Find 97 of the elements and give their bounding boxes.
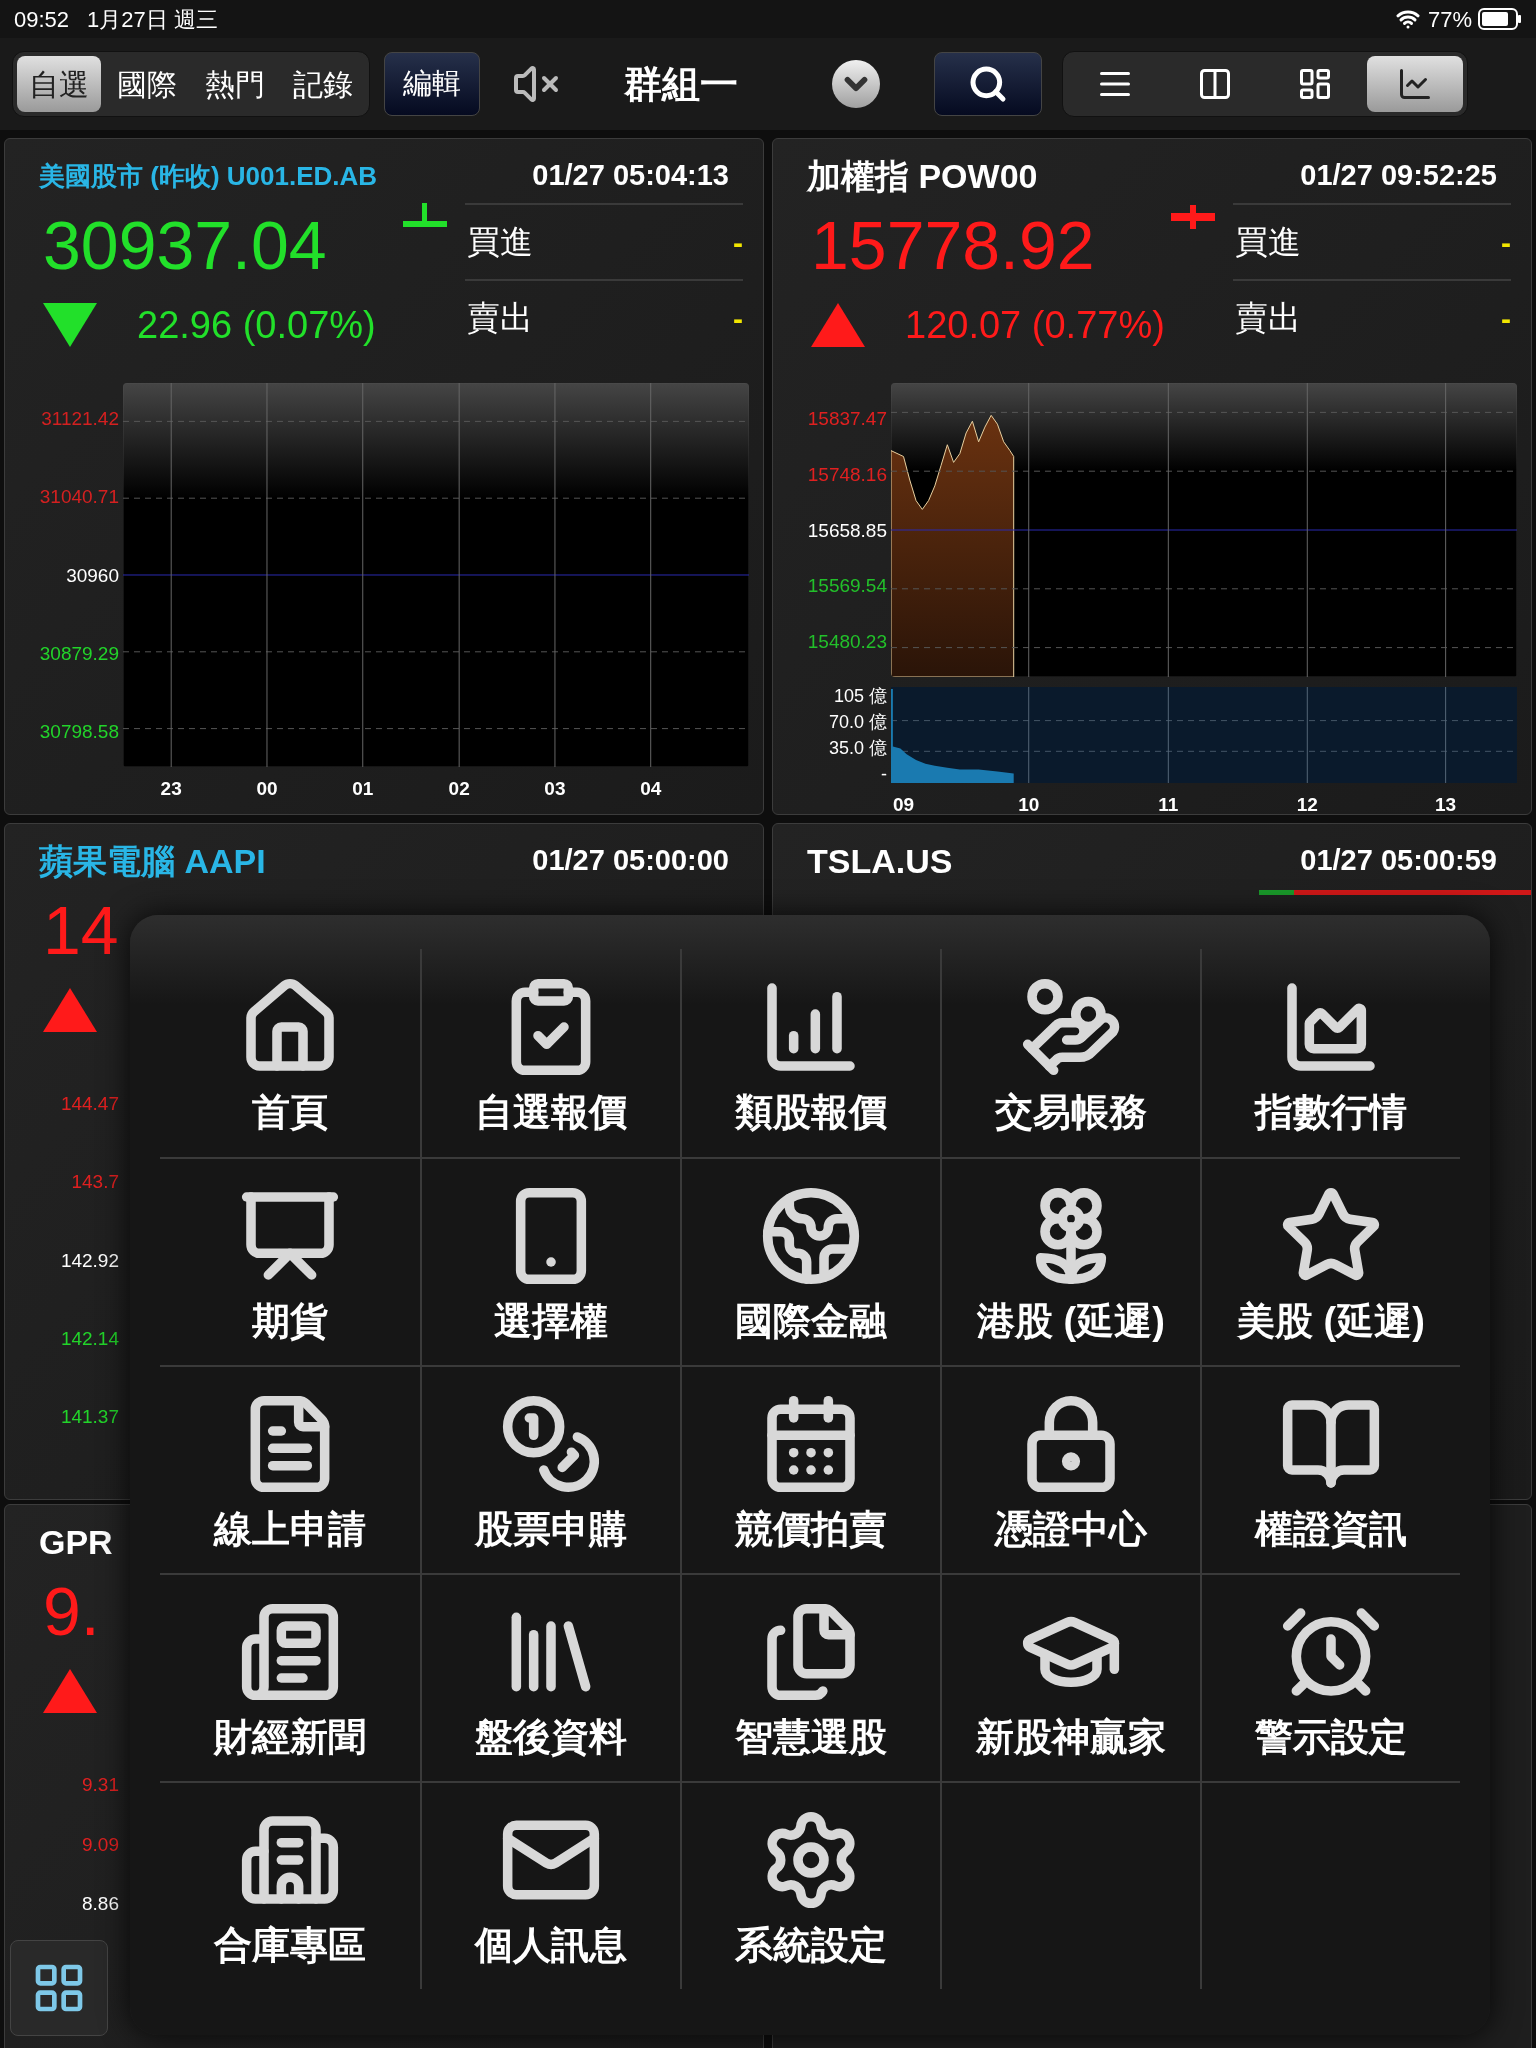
dropdown-button[interactable]	[832, 60, 880, 108]
quote-value: -	[1501, 300, 1511, 337]
axis-label: 15480.23	[807, 632, 887, 651]
battery-icon	[1478, 8, 1522, 30]
menu-item[interactable]: 指數行情	[1206, 975, 1456, 1131]
axis-label: 15837.47	[807, 409, 887, 428]
tab[interactable]: 熱門	[193, 56, 277, 112]
axis-label: 01	[352, 777, 374, 801]
menu-item[interactable]: 競價拍賣	[686, 1392, 936, 1548]
axis-label: 10	[1018, 793, 1040, 814]
axis-label: 141.37	[60, 1407, 119, 1426]
volume-axis-label: 105 億	[833, 687, 887, 705]
axis-label: 31121.42	[41, 409, 119, 428]
menu-item[interactable]: 類股報價	[686, 975, 936, 1131]
layout-icon	[1297, 66, 1333, 102]
menu-item[interactable]: 國際金融	[686, 1184, 936, 1340]
menu-item[interactable]: 憑證中心	[946, 1392, 1196, 1548]
axis-label: 12	[1296, 793, 1318, 814]
edit-button[interactable]: 編輯	[384, 52, 480, 116]
axis-label: 9.31	[82, 1775, 119, 1794]
quote-value: -	[733, 300, 743, 337]
axis-label: 09	[892, 793, 915, 814]
menu-item[interactable]: 期貨	[165, 1184, 415, 1340]
volume-axis-label: 70.0 億	[828, 713, 887, 731]
menu-item[interactable]: 線上申請	[165, 1392, 415, 1548]
menu-item[interactable]: 系統設定	[686, 1808, 936, 1964]
axis-label: 30798.58	[39, 722, 119, 741]
quote-value: -	[1501, 224, 1511, 261]
search-button[interactable]	[934, 52, 1042, 116]
axis-label: 30879.29	[39, 643, 119, 663]
quote-label: 賣出	[1235, 298, 1301, 339]
menu-item[interactable]: 選擇權	[426, 1184, 676, 1340]
timestamp: 01/27 09:52:25	[1300, 158, 1497, 194]
change-value: 22.96 (0.07%)	[137, 302, 376, 348]
quote-label: 買進	[467, 222, 533, 263]
card-title[interactable]: GPR	[39, 1516, 113, 1568]
axis-label: 144.47	[60, 1094, 119, 1113]
tab[interactable]: 自選	[17, 56, 101, 112]
axis-label: 13	[1435, 793, 1457, 814]
axis-label: 04	[640, 777, 662, 801]
menu-item[interactable]: 交易帳務	[946, 975, 1196, 1131]
quote-label: 買進	[1235, 222, 1301, 263]
card-title[interactable]: 美國股市 (昨收) U001.ED.AB	[39, 156, 378, 196]
axis-label: 9.09	[82, 1834, 119, 1854]
menu-item[interactable]: 盤後資料	[426, 1600, 676, 1756]
menu-item[interactable]: 美股 (延遲)	[1206, 1184, 1456, 1340]
axis-label: 02	[448, 777, 470, 801]
axis-label: 31040.71	[39, 487, 119, 507]
timestamp: 01/27 05:00:59	[1300, 843, 1497, 879]
quote-label: 賣出	[467, 298, 533, 339]
timestamp: 01/27 05:04:13	[532, 158, 729, 194]
axis-label: 143.7	[71, 1172, 119, 1192]
line-chart-icon	[1397, 66, 1433, 102]
tab[interactable]: 國際	[105, 56, 189, 112]
menu-item[interactable]: 合庫專區	[165, 1808, 415, 1964]
menu-item[interactable]: 港股 (延遲)	[946, 1184, 1196, 1340]
axis-label: 142.92	[60, 1250, 119, 1270]
card-title[interactable]: 蘋果電腦 AAPI	[39, 835, 266, 887]
axis-label: 8.86	[82, 1894, 119, 1913]
axis-label: 15748.16	[807, 464, 887, 484]
change-value: 120.07 (0.77%)	[905, 302, 1165, 348]
price-value: 9.	[43, 1572, 101, 1645]
menu-item[interactable]: 新股神贏家	[946, 1600, 1196, 1756]
volume-axis-label: -	[881, 765, 887, 783]
columns-icon	[1197, 66, 1233, 102]
price-value: 15778.92	[811, 206, 1096, 279]
menu-item[interactable]: 權證資訊	[1206, 1392, 1456, 1548]
card-title[interactable]: 加權指 POW00	[807, 150, 1038, 202]
axis-label: 03	[544, 777, 566, 801]
quote-value: -	[733, 224, 743, 261]
price-value: 30937.04	[43, 206, 328, 279]
menu-item[interactable]: 股票申購	[426, 1392, 676, 1548]
search-icon	[968, 64, 1008, 104]
menu-button[interactable]	[10, 1940, 108, 2036]
axis-label: 142.14	[60, 1328, 119, 1348]
axis-label: 00	[256, 777, 278, 801]
axis-label: 11	[1158, 793, 1179, 814]
status-time: 09:52	[14, 5, 70, 34]
axis-label: 23	[160, 777, 182, 801]
tab[interactable]: 記錄	[281, 56, 365, 112]
axis-label: 30960	[66, 565, 119, 585]
group-title: 群組一	[624, 61, 738, 107]
menu-item[interactable]: 個人訊息	[426, 1808, 676, 1964]
battery-percent: 77%	[1427, 5, 1472, 34]
card-title[interactable]: TSLA.US	[807, 835, 953, 887]
menu-item[interactable]: 自選報價	[426, 975, 676, 1131]
axis-label: 15569.54	[807, 576, 887, 596]
volume-axis-label: 35.0 億	[828, 739, 887, 757]
menu-item[interactable]: 智慧選股	[686, 1600, 936, 1756]
view-button[interactable]	[1367, 56, 1463, 112]
status-date: 1月27日 週三	[87, 5, 218, 34]
timestamp: 01/27 05:00:00	[532, 843, 729, 879]
menu-item[interactable]: 財經新聞	[165, 1600, 415, 1756]
menu-item[interactable]: 警示設定	[1206, 1600, 1456, 1756]
axis-label: 15658.85	[807, 520, 887, 540]
price-value: 14	[43, 891, 120, 964]
menu-item[interactable]: 首頁	[165, 975, 415, 1131]
